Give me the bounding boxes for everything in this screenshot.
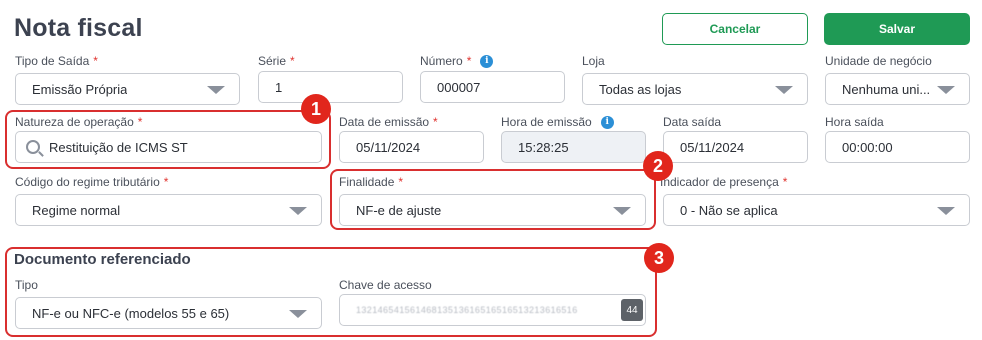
page-title: Nota fiscal: [14, 14, 143, 42]
save-button[interactable]: Salvar: [824, 13, 970, 45]
numero-label-text: Número: [420, 54, 463, 68]
required-marker: *: [290, 54, 295, 68]
serie-label-text: Série: [258, 54, 287, 68]
tipo-saida-label-text: Tipo de Saída: [15, 54, 90, 68]
tipo-saida-select[interactable]: Emissão Própria: [15, 73, 240, 105]
serie-input[interactable]: 1: [258, 71, 403, 103]
required-marker: *: [163, 175, 169, 189]
numero-input[interactable]: 000007: [420, 71, 565, 103]
codigo-regime-select[interactable]: Regime normal: [15, 194, 322, 226]
annotation-marker-2: 2: [643, 151, 673, 181]
loja-label-text: Loja: [582, 54, 605, 68]
loja-value: Todas as lojas: [599, 81, 682, 97]
data-emissao-input[interactable]: 05/11/2024: [339, 131, 484, 163]
chevron-down-icon: [937, 86, 955, 94]
cancel-button[interactable]: Cancelar: [662, 13, 808, 45]
data-saida-label: Data saída: [663, 115, 721, 129]
unidade-negocio-select[interactable]: Nenhuma uni...: [825, 73, 970, 105]
required-marker: *: [93, 54, 98, 68]
unidade-negocio-value: Nenhuma uni...: [842, 81, 931, 97]
data-saida-label-text: Data saída: [663, 115, 722, 129]
hora-emissao-value: 15:28:25: [518, 139, 569, 155]
chevron-down-icon: [207, 86, 225, 94]
numero-label: Número * i: [420, 54, 494, 68]
highlight-box-documento: [5, 247, 657, 337]
required-marker: *: [433, 115, 438, 129]
hora-saida-input[interactable]: 00:00:00: [825, 131, 970, 163]
tipo-saida-value: Emissão Própria: [32, 81, 128, 97]
loja-label: Loja: [582, 54, 605, 68]
indicador-presenca-select[interactable]: 0 - Não se aplica: [663, 194, 970, 226]
chevron-down-icon: [775, 86, 793, 94]
data-saida-input[interactable]: 05/11/2024: [663, 131, 808, 163]
data-emissao-label: Data de emissão *: [339, 115, 438, 129]
required-marker: *: [466, 54, 472, 68]
serie-value: 1: [275, 79, 283, 95]
loja-select[interactable]: Todas as lojas: [582, 73, 808, 105]
indicador-presenca-label: Indicador de presença *: [660, 175, 787, 189]
hora-saida-value: 00:00:00: [842, 139, 893, 155]
highlight-box-finalidade: [330, 169, 656, 230]
unidade-negocio-label: Unidade de negócio: [825, 54, 932, 68]
annotation-marker-3: 3: [644, 243, 674, 273]
info-icon[interactable]: i: [480, 54, 494, 68]
codigo-regime-label: Código do regime tributário *: [15, 175, 168, 189]
hora-saida-label: Hora saída: [825, 115, 884, 129]
unidade-negocio-label-text: Unidade de negócio: [825, 54, 932, 68]
highlight-box-natureza: [5, 110, 331, 169]
serie-label: Série *: [258, 54, 295, 68]
data-saida-value: 05/11/2024: [680, 139, 745, 155]
indicador-presenca-value: 0 - Não se aplica: [680, 202, 778, 218]
hora-emissao-label: Hora de emissão i: [501, 115, 614, 129]
data-emissao-label-text: Data de emissão: [339, 115, 430, 129]
codigo-regime-label-text: Código do regime tributário: [15, 175, 160, 189]
codigo-regime-value: Regime normal: [32, 202, 121, 218]
chevron-down-icon: [289, 207, 307, 215]
hora-saida-label-text: Hora saída: [825, 115, 884, 129]
tipo-saida-label: Tipo de Saída *: [15, 54, 98, 68]
hora-emissao-input: 15:28:25: [501, 131, 646, 163]
numero-value: 000007: [437, 79, 481, 95]
chevron-down-icon: [937, 207, 955, 215]
required-marker: *: [782, 175, 788, 189]
hora-emissao-label-text: Hora de emissão: [501, 115, 592, 129]
annotation-marker-1: 1: [301, 94, 331, 124]
data-emissao-value: 05/11/2024: [356, 139, 421, 155]
info-icon[interactable]: i: [600, 115, 614, 129]
indicador-presenca-label-text: Indicador de presença: [660, 175, 779, 189]
